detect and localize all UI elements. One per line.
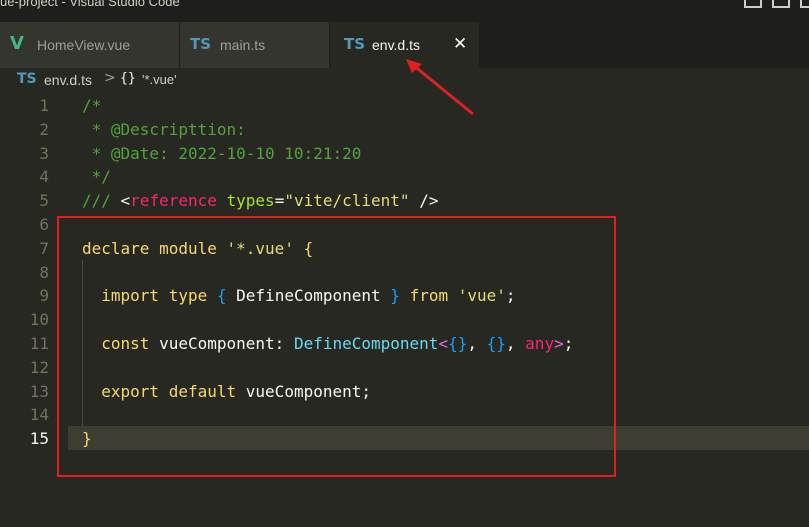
line-number: 5: [39, 191, 49, 211]
line-number: 7: [39, 238, 49, 258]
code-line[interactable]: 2 * @Descripttion:: [0, 118, 809, 142]
arrow-annotation: [406, 59, 474, 116]
tab-label: main.ts: [220, 37, 266, 53]
tab-label: env.d.ts: [372, 37, 420, 53]
vue-icon: V: [10, 33, 24, 54]
line-number: 4: [39, 167, 49, 187]
line-number: 14: [29, 405, 49, 425]
code-line[interactable]: 4 */: [0, 165, 809, 189]
module-symbol-icon: {}: [120, 71, 136, 86]
line-number: 6: [39, 215, 49, 234]
line-number: 9: [39, 286, 49, 306]
code-text: /// <reference types="vite/client" />: [82, 191, 439, 211]
line-number: 2: [39, 119, 49, 139]
typescript-icon: TS: [17, 71, 37, 87]
code-text: * @Date: 2022-10-10 10:21:20: [82, 143, 362, 163]
tab-homeview-vue[interactable]: V HomeView.vue: [0, 22, 180, 68]
breadcrumb-file[interactable]: env.d.ts: [44, 72, 92, 88]
highlight-box: [57, 216, 616, 477]
chevron-right-icon: >: [104, 70, 116, 86]
layout-sidebar-icon[interactable]: [744, 0, 762, 8]
code-text: * @Descripttion:: [82, 119, 246, 139]
code-line[interactable]: 5 /// <reference types="vite/client" />: [0, 189, 809, 213]
window-title: ue-project - Visual Studio Code: [0, 0, 180, 9]
line-number: 13: [29, 381, 49, 401]
typescript-icon: TS: [190, 35, 212, 53]
layout-editor-icon[interactable]: [800, 0, 809, 8]
code-text: /*: [82, 96, 102, 115]
layout-panel-icon[interactable]: [772, 0, 790, 8]
breadcrumb-module[interactable]: '*.vue': [142, 72, 177, 87]
title-bar: ue-project - Visual Studio Code: [0, 0, 809, 22]
close-icon[interactable]: ✕: [453, 34, 467, 54]
line-number: 10: [29, 310, 49, 330]
line-number: 12: [29, 357, 49, 377]
line-number: 8: [39, 262, 49, 282]
line-number: 11: [29, 334, 49, 353]
line-number: 3: [39, 143, 49, 163]
tab-main-ts[interactable]: TS main.ts: [180, 22, 330, 68]
code-text: */: [82, 167, 111, 187]
code-line[interactable]: 3 * @Date: 2022-10-10 10:21:20: [0, 142, 809, 166]
line-number: 15: [29, 429, 49, 449]
tab-label: HomeView.vue: [37, 37, 131, 53]
typescript-icon: TS: [344, 35, 366, 53]
line-number: 1: [39, 96, 49, 115]
